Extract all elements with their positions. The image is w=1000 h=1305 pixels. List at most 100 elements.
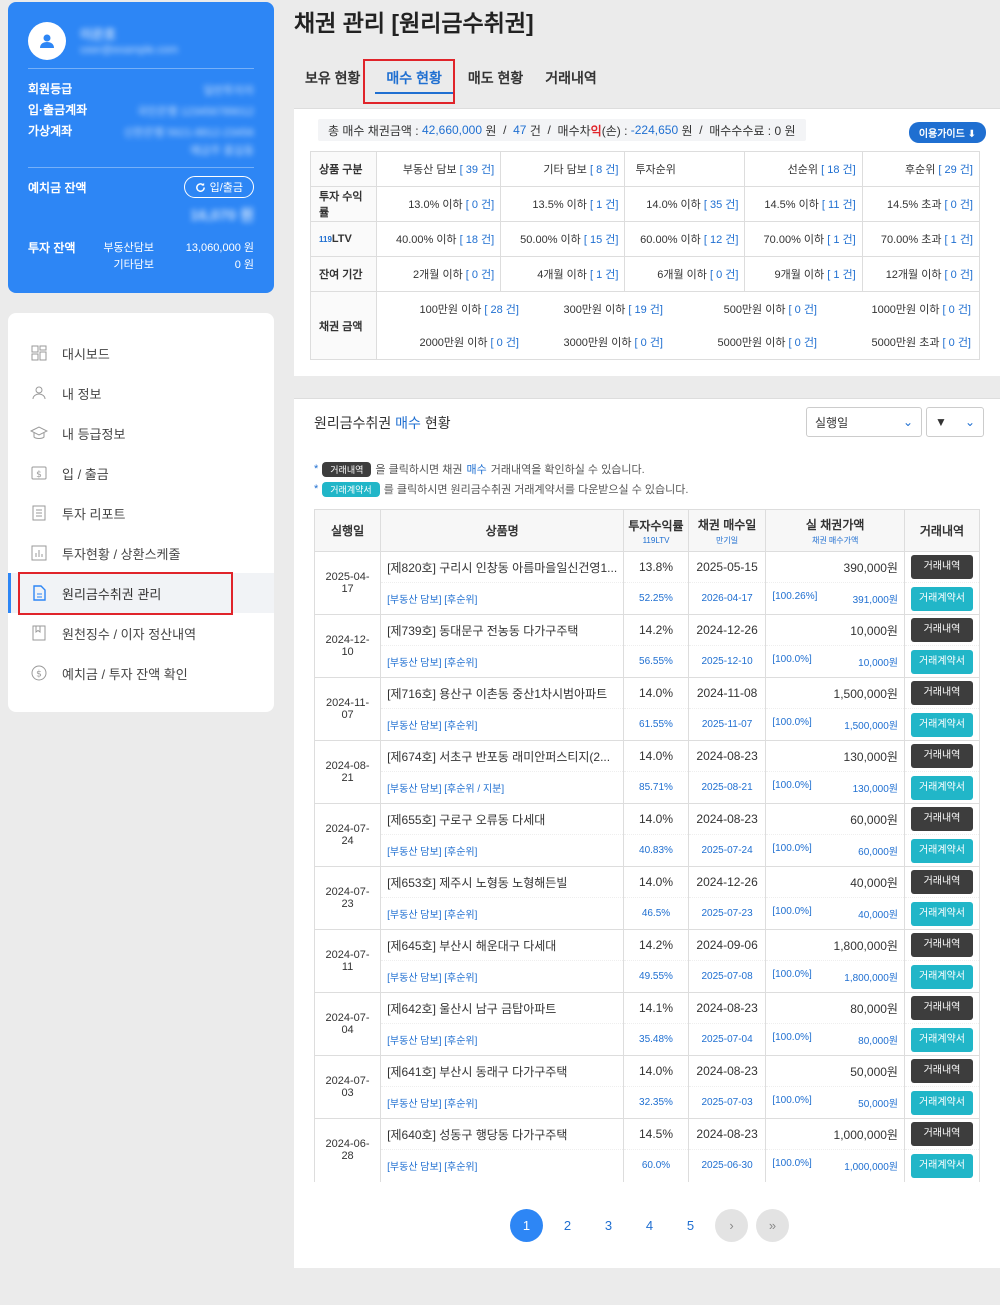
filter-option[interactable]: 14.5% 초과 [ 0 건] bbox=[861, 186, 981, 222]
filter-option[interactable]: 1000만원 이하 [ 0 건] bbox=[821, 301, 971, 317]
cell-product[interactable]: [제640호] 성동구 행당동 다가구주택 bbox=[380, 1118, 625, 1150]
sidebar-item-balance[interactable]: $ 예치금 / 투자 잔액 확인 bbox=[8, 653, 274, 693]
tab-holdings[interactable]: 보유 현황 bbox=[294, 60, 371, 94]
contract-button[interactable]: 거래계약서 bbox=[910, 1090, 973, 1115]
history-button[interactable]: 거래내역 bbox=[910, 1122, 973, 1146]
filter-option[interactable]: 70.00% 초과 [ 1 건] bbox=[861, 221, 981, 257]
cell-product[interactable]: [제674호] 서초구 반포동 래미안퍼스티지(2... bbox=[380, 740, 625, 772]
next-page-button[interactable]: › bbox=[715, 1209, 748, 1242]
history-button[interactable]: 거래내역 bbox=[910, 870, 973, 894]
deposit-label: 예치금 잔액 bbox=[28, 181, 87, 195]
tab-transactions[interactable]: 거래내역 bbox=[534, 60, 608, 94]
guide-button[interactable]: 이용가이드 ⬇ bbox=[908, 122, 986, 143]
contract-button[interactable]: 거래계약서 bbox=[910, 901, 973, 926]
filter-header: 119LTV bbox=[310, 221, 377, 257]
history-button[interactable]: 거래내역 bbox=[910, 681, 973, 705]
cell-date: 2024-06-28 bbox=[313, 1118, 382, 1182]
sidebar-item-schedule[interactable]: 투자현황 / 상환스케줄 bbox=[8, 533, 274, 573]
cell-tag: [부동산 담보] [후순위] bbox=[380, 582, 625, 615]
filter-option[interactable]: 14.5% 이하 [ 11 건] bbox=[744, 186, 863, 222]
sidebar-item-deposit[interactable]: $ 입 / 출금 bbox=[8, 453, 274, 493]
filter-option[interactable]: 13.0% 이하 [ 0 건] bbox=[375, 186, 502, 222]
sidebar-item-label: 내 등급정보 bbox=[62, 426, 126, 442]
note-pill: 거래계약서 bbox=[322, 481, 380, 497]
cell-tag: [부동산 담보] [후순위] bbox=[380, 960, 625, 993]
cell-product[interactable]: [제645호] 부산시 해운대구 다세대 bbox=[380, 929, 625, 961]
filter-option[interactable]: 부동산 담보 [ 39 건] bbox=[375, 151, 502, 187]
contract-button[interactable]: 거래계약서 bbox=[910, 1027, 973, 1052]
filter-option[interactable]: 선순위 [ 18 건] bbox=[744, 151, 863, 187]
deposit-withdraw-button[interactable]: 입/출금 bbox=[183, 176, 254, 198]
cell-buy-date: 2024-09-06 bbox=[687, 929, 767, 961]
filter-option[interactable]: 2개월 이하 [ 0 건] bbox=[375, 256, 502, 292]
cell-product[interactable]: [제641호] 부산시 동래구 다가구주택 bbox=[380, 1055, 625, 1087]
cell-ltv: 32.35% bbox=[623, 1086, 689, 1119]
sidebar-item-report[interactable]: 투자 리포트 bbox=[8, 493, 274, 533]
cell-product[interactable]: [제653호] 제주시 노형동 노형해든빌 bbox=[380, 866, 625, 898]
cell-price-value: 1,800,000원 bbox=[844, 973, 898, 984]
contract-button[interactable]: 거래계약서 bbox=[910, 712, 973, 737]
filter-option[interactable]: 500만원 이하 [ 0 건] bbox=[667, 301, 817, 317]
filter-option[interactable]: 100만원 이하 [ 28 건] bbox=[379, 301, 519, 317]
contract-button[interactable]: 거래계약서 bbox=[910, 964, 973, 989]
filter-option[interactable]: 12개월 이하 [ 0 건] bbox=[861, 256, 981, 292]
diff-label-profit: 익 bbox=[590, 123, 602, 138]
cell-product[interactable]: [제655호] 구로구 오류동 다세대 bbox=[380, 803, 625, 835]
page-button[interactable]: 1 bbox=[510, 1209, 543, 1242]
history-button[interactable]: 거래내역 bbox=[910, 807, 973, 831]
contract-button[interactable]: 거래계약서 bbox=[910, 649, 973, 674]
sidebar-item-dashboard[interactable]: 대시보드 bbox=[8, 333, 274, 373]
cell-due-date: 2025-07-24 bbox=[687, 834, 767, 867]
filter-option[interactable]: 후순위 [ 29 건] bbox=[861, 151, 981, 187]
cell-product[interactable]: [제820호] 구리시 인창동 아름마을일신건영1... bbox=[380, 551, 625, 583]
invest-other-label: 기타담보 bbox=[113, 259, 154, 271]
sidebar-item-tax[interactable]: 원천징수 / 이자 정산내역 bbox=[8, 613, 274, 653]
cell-price-value: 50,000원 bbox=[858, 1099, 898, 1110]
filter-option[interactable]: 13.5% 이하 [ 1 건] bbox=[500, 186, 626, 222]
page-button[interactable]: 2 bbox=[551, 1209, 584, 1242]
filter-option[interactable]: 40.00% 이하 [ 18 건] bbox=[375, 221, 502, 257]
filter-option[interactable]: 9개월 이하 [ 1 건] bbox=[744, 256, 863, 292]
filter-option[interactable]: 70.00% 이하 [ 1 건] bbox=[744, 221, 863, 257]
page-button[interactable]: 3 bbox=[592, 1209, 625, 1242]
filter-option[interactable]: 14.0% 이하 [ 35 건] bbox=[624, 186, 746, 222]
table-row: 2025-04-17 [제820호] 구리시 인창동 아름마을일신건영1... 13… bbox=[313, 551, 981, 615]
filter-option[interactable]: 60.00% 이하 [ 12 건] bbox=[624, 221, 746, 257]
page-button[interactable]: 5 bbox=[674, 1209, 707, 1242]
filter-option[interactable]: 6개월 이하 [ 0 건] bbox=[624, 256, 746, 292]
history-button[interactable]: 거래내역 bbox=[910, 1059, 973, 1083]
filter-option[interactable]: 300만원 이하 [ 19 건] bbox=[523, 301, 663, 317]
sort-select[interactable]: 실행일 ⌄ bbox=[806, 407, 922, 437]
history-button[interactable]: 거래내역 bbox=[910, 744, 973, 768]
cell-product[interactable]: [제716호] 용산구 이촌동 중산1차시범아파트 bbox=[380, 677, 625, 709]
cell-price: [100.0%] 60,000원 bbox=[765, 834, 905, 867]
table-row: 2024-06-28 [제640호] 성동구 행당동 다가구주택 14.5% 2024… bbox=[313, 1118, 981, 1182]
history-button[interactable]: 거래내역 bbox=[910, 996, 973, 1020]
filter-option[interactable]: 3000만원 이하 [ 0 건] bbox=[523, 334, 663, 350]
filter-option[interactable]: 2000만원 이하 [ 0 건] bbox=[379, 334, 519, 350]
filter-option[interactable]: 5000만원 이하 [ 0 건] bbox=[667, 334, 817, 350]
cell-ltv: 61.55% bbox=[623, 708, 689, 741]
filter-option[interactable]: 5000만원 초과 [ 0 건] bbox=[821, 334, 971, 350]
history-button[interactable]: 거래내역 bbox=[910, 618, 973, 642]
page-button[interactable]: 4 bbox=[633, 1209, 666, 1242]
contract-button[interactable]: 거래계약서 bbox=[910, 838, 973, 863]
history-button[interactable]: 거래내역 bbox=[910, 933, 973, 957]
last-page-button[interactable]: » bbox=[756, 1209, 789, 1242]
filter-option[interactable]: 50.00% 이하 [ 15 건] bbox=[500, 221, 626, 257]
tab-sell-status[interactable]: 매도 현황 bbox=[457, 60, 534, 94]
sidebar-item-grade[interactable]: 내 등급정보 bbox=[8, 413, 274, 453]
filter-option[interactable]: 기타 담보 [ 8 건] bbox=[500, 151, 626, 187]
contract-button[interactable]: 거래계약서 bbox=[910, 586, 973, 611]
filter-option[interactable]: 4개월 이하 [ 1 건] bbox=[500, 256, 626, 292]
cell-product[interactable]: [제739호] 동대문구 전농동 다가구주택 bbox=[380, 614, 625, 646]
contract-button[interactable]: 거래계약서 bbox=[910, 775, 973, 800]
separator: / bbox=[547, 123, 551, 137]
order-select[interactable]: ▼ ⌄ bbox=[926, 407, 984, 437]
contract-button[interactable]: 거래계약서 bbox=[910, 1153, 973, 1178]
cell-product[interactable]: [제642호] 울산시 남구 금탑아파트 bbox=[380, 992, 625, 1024]
sidebar-item-my-info[interactable]: 내 정보 bbox=[8, 373, 274, 413]
cell-price-value: 1,000,000원 bbox=[844, 1162, 898, 1174]
history-button[interactable]: 거래내역 bbox=[910, 555, 973, 579]
fee-label: 매수수수료 : bbox=[709, 123, 772, 138]
